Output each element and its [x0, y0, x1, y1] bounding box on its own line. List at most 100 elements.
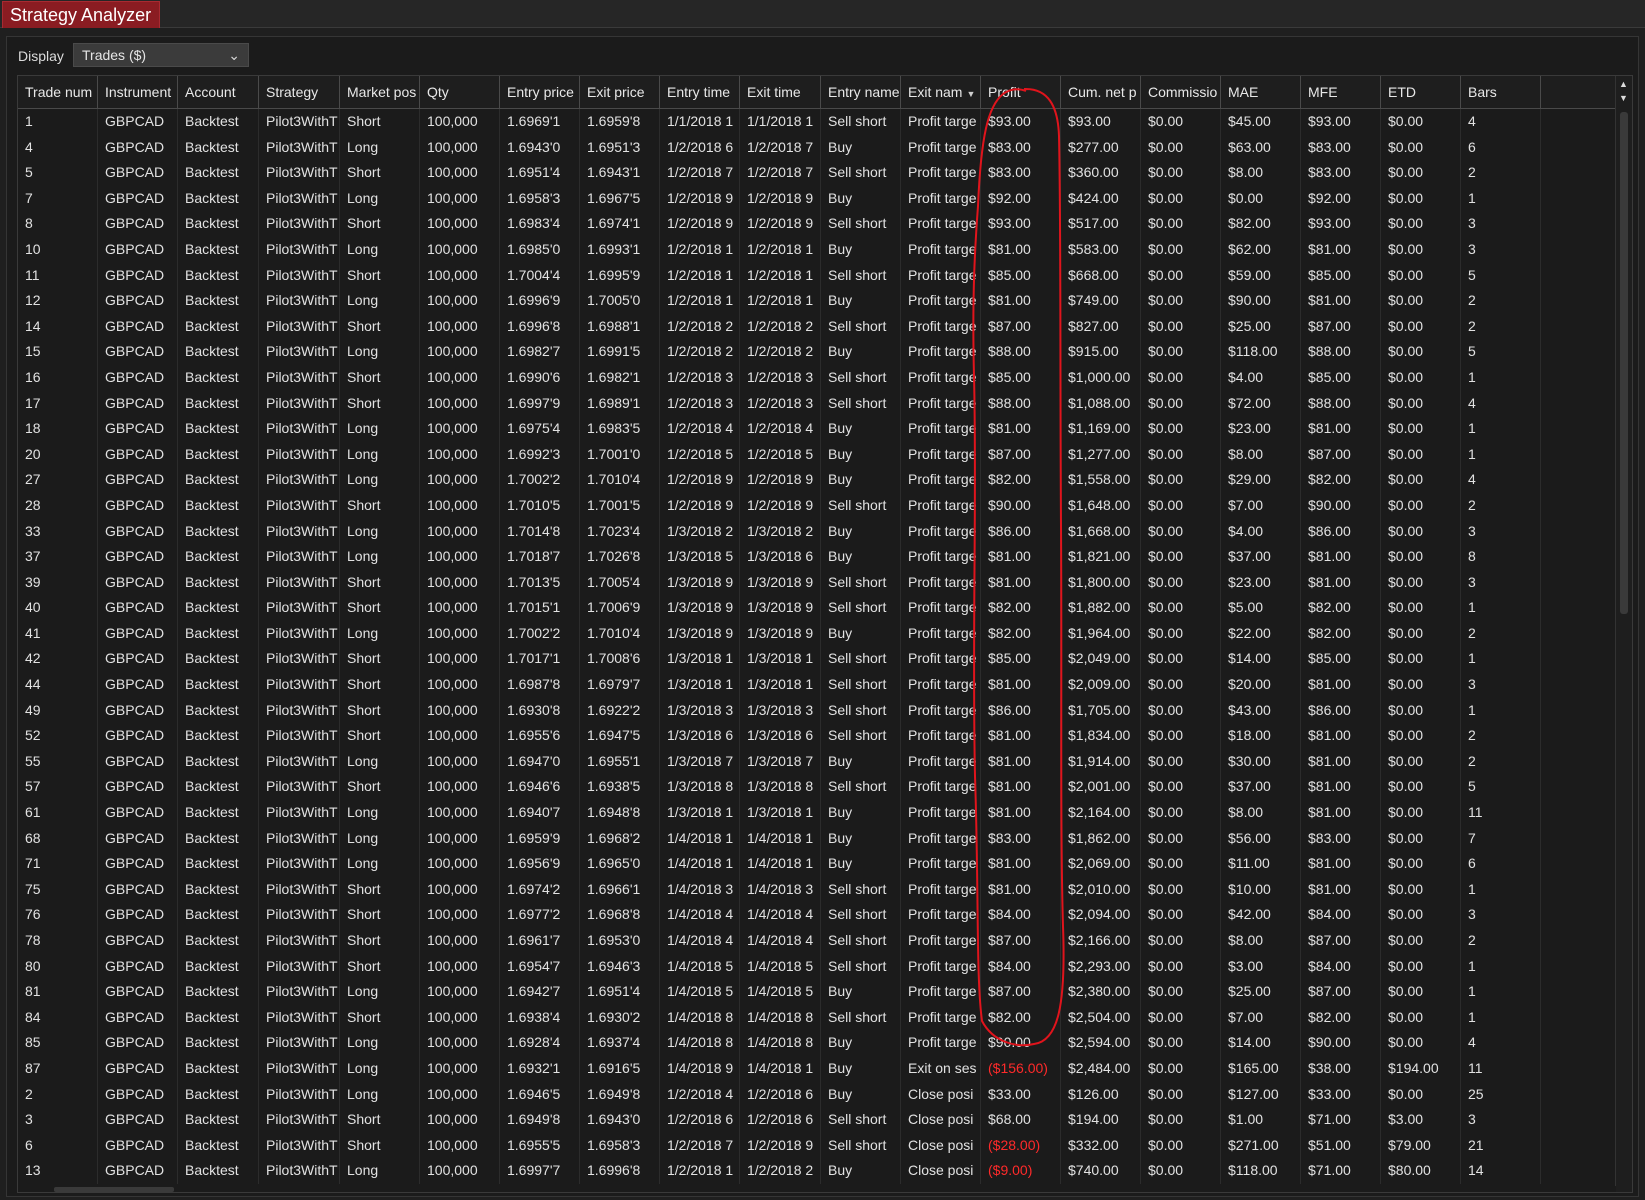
column-header-entry-name[interactable]: Entry name: [821, 76, 901, 108]
column-header-entry-time[interactable]: Entry time: [660, 76, 740, 108]
column-header-exit-name[interactable]: Exit nam ▼: [901, 76, 981, 108]
cell-commission: $0.00: [1141, 774, 1221, 801]
table-row[interactable]: 61 GBPCAD Backtest Pilot3WithT Long 100,000 1.…: [18, 800, 1616, 826]
cell-market-pos: Short: [340, 953, 420, 980]
column-header-bars[interactable]: Bars: [1461, 76, 1541, 108]
column-header-exit-time[interactable]: Exit time: [740, 76, 821, 108]
table-row[interactable]: 85 GBPCAD Backtest Pilot3WithT Long 100,000 1.…: [18, 1030, 1616, 1056]
scroll-up-icon[interactable]: ▲: [1619, 79, 1628, 89]
column-header-etd[interactable]: ETD: [1381, 76, 1461, 108]
table-row[interactable]: 75 GBPCAD Backtest Pilot3WithT Short 100,000 1…: [18, 876, 1616, 903]
column-header-cum-net[interactable]: Cum. net p: [1061, 76, 1141, 108]
table-row[interactable]: 37 GBPCAD Backtest Pilot3WithT Long 100,000 1.…: [18, 544, 1616, 570]
cell-account: Backtest: [178, 109, 259, 135]
table-row[interactable]: 52 GBPCAD Backtest Pilot3WithT Short 100,000 1…: [18, 723, 1616, 749]
cell-account: Backtest: [178, 185, 259, 212]
table-row[interactable]: 57 GBPCAD Backtest Pilot3WithT Short 100,000 1…: [18, 774, 1616, 801]
tab-strategy-analyzer[interactable]: Strategy Analyzer: [2, 1, 161, 28]
column-header-mae[interactable]: MAE: [1221, 76, 1301, 108]
table-row[interactable]: 14 GBPCAD Backtest Pilot3WithT Short 100,000 1…: [18, 313, 1616, 340]
table-row[interactable]: 39 GBPCAD Backtest Pilot3WithT Short 100,000 1…: [18, 569, 1616, 596]
scroll-down-icon[interactable]: ▼: [1619, 93, 1628, 103]
table-row[interactable]: 10 GBPCAD Backtest Pilot3WithT Long 100,000 1.…: [18, 236, 1616, 263]
column-header-exit-price[interactable]: Exit price: [580, 76, 660, 108]
table-row[interactable]: 27 GBPCAD Backtest Pilot3WithT Long 100,000 1.…: [18, 467, 1616, 493]
table-row[interactable]: 1 GBPCAD Backtest Pilot3WithT Short 100,000 1.…: [18, 109, 1616, 135]
column-header-entry-price[interactable]: Entry price: [500, 76, 580, 108]
table-row[interactable]: 11 GBPCAD Backtest Pilot3WithT Short 100,000 1…: [18, 262, 1616, 289]
cell-strategy: Pilot3WithT: [259, 467, 340, 493]
cell-trade: 18: [18, 416, 98, 442]
table-row[interactable]: 78 GBPCAD Backtest Pilot3WithT Short 100,000 1…: [18, 928, 1616, 954]
table-row[interactable]: 76 GBPCAD Backtest Pilot3WithT Short 100,000 1…: [18, 902, 1616, 928]
cell-exit-time: 1/4/2018 5: [740, 979, 821, 1005]
table-row[interactable]: 8 GBPCAD Backtest Pilot3WithT Short 100,000 1.…: [18, 211, 1616, 237]
cell-strategy: Pilot3WithT: [259, 748, 340, 775]
table-row[interactable]: 3 GBPCAD Backtest Pilot3WithT Short 100,000 1.…: [18, 1107, 1616, 1133]
horizontal-scrollbar[interactable]: [18, 1186, 1616, 1192]
table-row[interactable]: 42 GBPCAD Backtest Pilot3WithT Short 100,000 1…: [18, 646, 1616, 673]
vertical-scroll-thumb[interactable]: [1620, 112, 1628, 614]
cell-exit-name: Profit targe: [901, 185, 981, 212]
table-row[interactable]: 6 GBPCAD Backtest Pilot3WithT Short 100,000 1.…: [18, 1132, 1616, 1159]
column-header-market-pos[interactable]: Market pos: [340, 76, 420, 108]
cell-etd: $79.00: [1381, 1132, 1461, 1159]
table-row[interactable]: 16 GBPCAD Backtest Pilot3WithT Short 100,000 1…: [18, 364, 1616, 391]
table-row[interactable]: 12 GBPCAD Backtest Pilot3WithT Long 100,000 1.…: [18, 288, 1616, 314]
table-row[interactable]: 28 GBPCAD Backtest Pilot3WithT Short 100,000 1…: [18, 492, 1616, 519]
table-row[interactable]: 7 GBPCAD Backtest Pilot3WithT Long 100,000 1.6…: [18, 185, 1616, 212]
table-row[interactable]: 44 GBPCAD Backtest Pilot3WithT Short 100,000 1…: [18, 672, 1616, 698]
cell-trade: 3: [18, 1107, 98, 1133]
table-row[interactable]: 13 GBPCAD Backtest Pilot3WithT Long 100,000 1.…: [18, 1158, 1616, 1184]
cell-cum-net: $583.00: [1061, 236, 1141, 263]
column-header-mfe[interactable]: MFE: [1301, 76, 1381, 108]
cell-exit-price: 1.6995'9: [580, 262, 660, 289]
table-row[interactable]: 68 GBPCAD Backtest Pilot3WithT Long 100,000 1.…: [18, 825, 1616, 852]
horizontal-scroll-thumb[interactable]: [54, 1187, 174, 1192]
cell-qty: 100,000: [420, 109, 500, 135]
table-row[interactable]: 2 GBPCAD Backtest Pilot3WithT Long 100,000 1.6…: [18, 1081, 1616, 1108]
table-row[interactable]: 41 GBPCAD Backtest Pilot3WithT Long 100,000 1.…: [18, 620, 1616, 647]
column-header-account[interactable]: Account: [178, 76, 259, 108]
cell-strategy: Pilot3WithT: [259, 339, 340, 365]
cell-cum-net: $2,484.00: [1061, 1055, 1141, 1082]
cell-qty: 100,000: [420, 492, 500, 519]
cell-exit-time: 1/4/2018 4: [740, 928, 821, 954]
cell-entry-time: 1/2/2018 7: [660, 1132, 740, 1159]
display-dropdown[interactable]: Trades ($) ⌄: [73, 43, 249, 67]
table-row[interactable]: 81 GBPCAD Backtest Pilot3WithT Long 100,000 1.…: [18, 979, 1616, 1005]
cell-market-pos: Short: [340, 697, 420, 724]
cell-qty: 100,000: [420, 1055, 500, 1082]
cell-entry-price: 1.6990'6: [500, 364, 580, 391]
column-header-strategy[interactable]: Strategy: [259, 76, 340, 108]
table-row[interactable]: 55 GBPCAD Backtest Pilot3WithT Long 100,000 1.…: [18, 748, 1616, 775]
table-row[interactable]: 20 GBPCAD Backtest Pilot3WithT Long 100,000 1.…: [18, 441, 1616, 468]
table-row[interactable]: 5 GBPCAD Backtest Pilot3WithT Short 100,000 1.…: [18, 160, 1616, 186]
cell-mae: $165.00: [1221, 1055, 1301, 1082]
column-header-instrument[interactable]: Instrument: [98, 76, 178, 108]
cell-cum-net: $194.00: [1061, 1107, 1141, 1133]
table-row[interactable]: 40 GBPCAD Backtest Pilot3WithT Short 100,000 1…: [18, 595, 1616, 621]
table-row[interactable]: 80 GBPCAD Backtest Pilot3WithT Short 100,000 1…: [18, 953, 1616, 980]
cell-exit-time: 1/2/2018 1: [740, 262, 821, 289]
table-row[interactable]: 18 GBPCAD Backtest Pilot3WithT Long 100,000 1.…: [18, 416, 1616, 442]
table-row[interactable]: 71 GBPCAD Backtest Pilot3WithT Long 100,000 1.…: [18, 851, 1616, 877]
table-row[interactable]: 15 GBPCAD Backtest Pilot3WithT Long 100,000 1.…: [18, 339, 1616, 365]
table-row[interactable]: 84 GBPCAD Backtest Pilot3WithT Short 100,000 1…: [18, 1004, 1616, 1031]
table-row[interactable]: 4 GBPCAD Backtest Pilot3WithT Long 100,000 1.6…: [18, 134, 1616, 161]
table-row[interactable]: 87 GBPCAD Backtest Pilot3WithT Long 100,000 1.…: [18, 1055, 1616, 1082]
cell-mfe: $93.00: [1301, 211, 1381, 237]
column-header-qty[interactable]: Qty: [420, 76, 500, 108]
cell-mfe: $81.00: [1301, 723, 1381, 749]
cell-entry-time: 1/3/2018 9: [660, 595, 740, 621]
vertical-scrollbar[interactable]: ▲ ▼: [1615, 76, 1632, 1192]
column-header-profit[interactable]: Profit: [981, 76, 1061, 108]
cell-bars: 1: [1461, 185, 1541, 212]
cell-market-pos: Short: [340, 774, 420, 801]
cell-strategy: Pilot3WithT: [259, 800, 340, 826]
table-row[interactable]: 49 GBPCAD Backtest Pilot3WithT Short 100,000 1…: [18, 697, 1616, 724]
table-row[interactable]: 33 GBPCAD Backtest Pilot3WithT Long 100,000 1.…: [18, 518, 1616, 545]
column-header-commission[interactable]: Commissio: [1141, 76, 1221, 108]
table-row[interactable]: 17 GBPCAD Backtest Pilot3WithT Short 100,000 1…: [18, 390, 1616, 417]
column-header-trade[interactable]: Trade num: [18, 76, 98, 108]
